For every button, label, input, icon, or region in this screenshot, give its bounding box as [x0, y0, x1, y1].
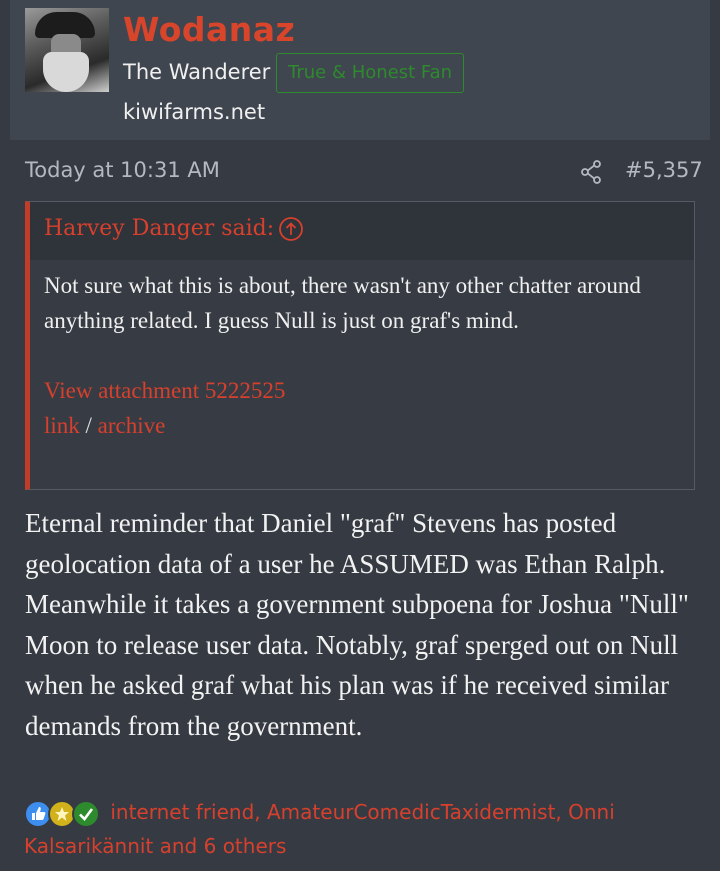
user-info-block: Wodanaz The Wanderer True & Honest Fan k…: [10, 0, 710, 140]
quote-header: Harvey Danger said:: [30, 202, 694, 260]
quote-body: Not sure what this is about, there wasn'…: [44, 268, 684, 443]
link-separator: /: [85, 413, 92, 438]
reactions-bar[interactable]: internet friend, AmateurComedicTaxidermi…: [24, 796, 714, 862]
arrow-up-circle-icon[interactable]: [278, 216, 304, 242]
archive-link[interactable]: archive: [98, 413, 166, 438]
post-body: Eternal reminder that Daniel "graf" Stev…: [25, 508, 689, 741]
quote-text: Not sure what this is about, there wasn'…: [44, 273, 641, 333]
check-icon: [72, 799, 100, 828]
post-number-link[interactable]: #5,357: [625, 158, 703, 182]
user-block-arrow: [58, 130, 78, 140]
username-link[interactable]: Wodanaz: [123, 10, 295, 49]
attachment-link[interactable]: View attachment 5222525: [44, 378, 285, 403]
user-banner: True & Honest Fan: [276, 53, 465, 93]
user-site: kiwifarms.net: [123, 100, 266, 124]
share-icon[interactable]: [580, 160, 602, 184]
reaction-icons: [24, 798, 104, 830]
quote-block: Harvey Danger said: Not sure what this i…: [25, 201, 695, 490]
quote-author-link[interactable]: Harvey Danger said:: [44, 216, 274, 241]
avatar[interactable]: [25, 8, 109, 92]
post-date-link[interactable]: Today at 10:31 AM: [25, 158, 220, 182]
reactions-text[interactable]: internet friend, AmateurComedicTaxidermi…: [24, 800, 615, 858]
link-link[interactable]: link: [44, 413, 80, 438]
user-title: The Wanderer: [123, 60, 271, 84]
